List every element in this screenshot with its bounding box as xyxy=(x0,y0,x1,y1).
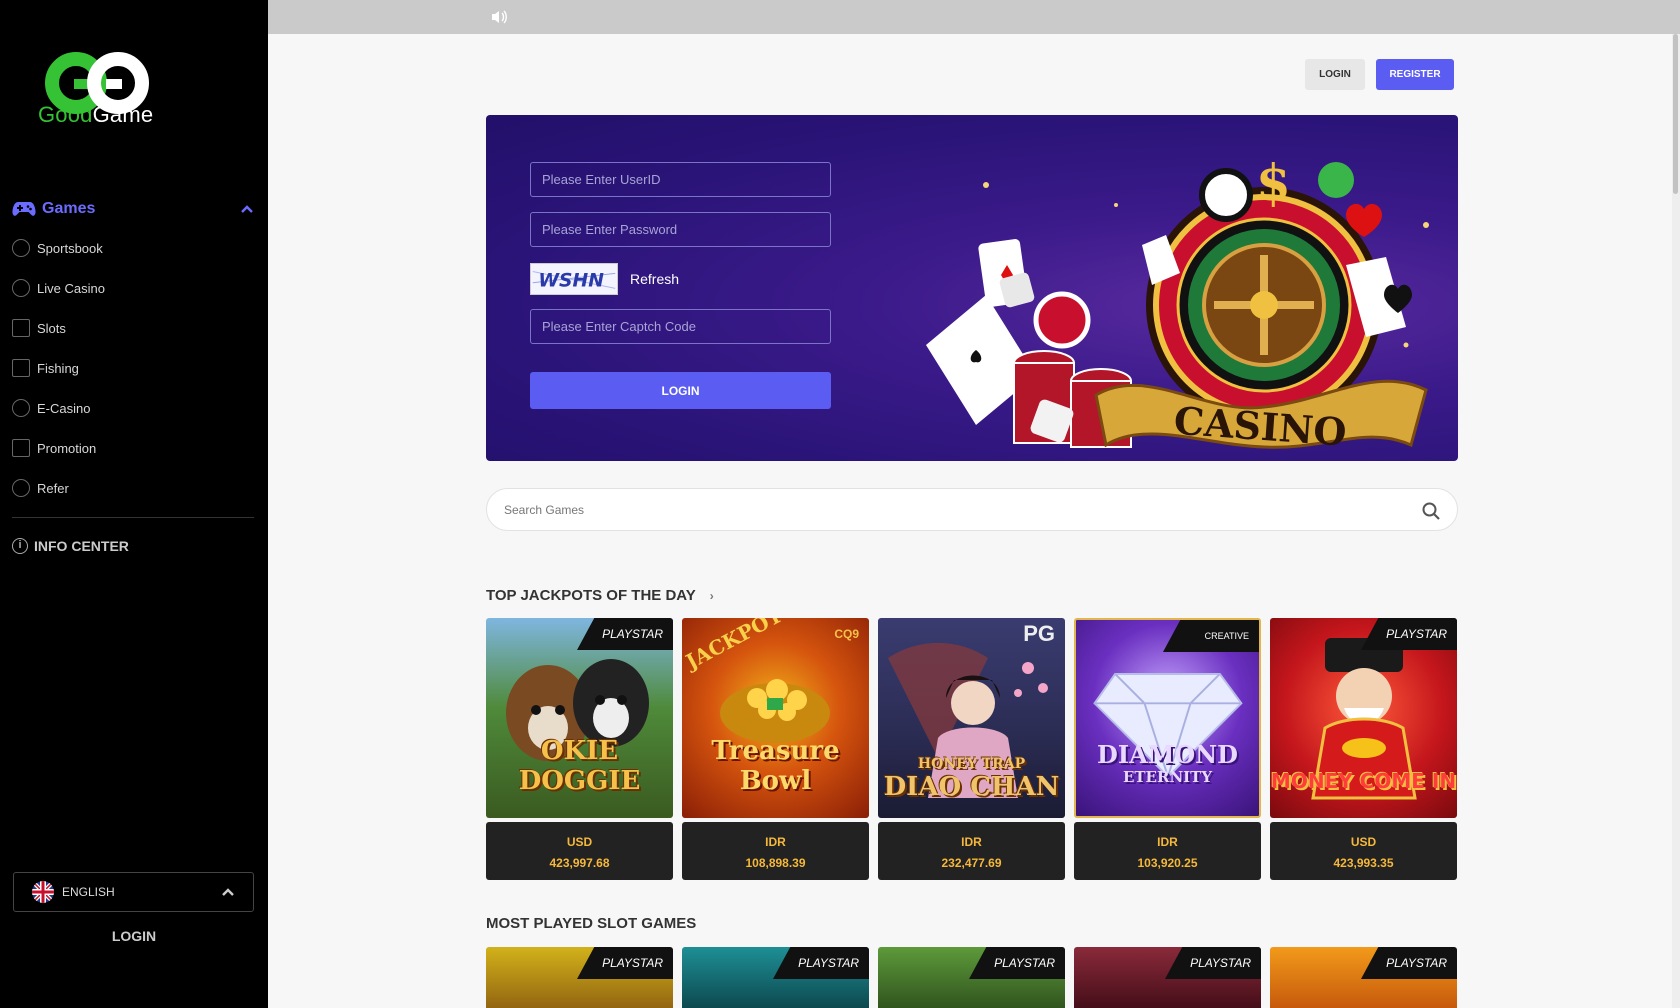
game-thumbnail: JACKPOT CQ9 Treasure Bowl xyxy=(682,618,869,818)
top-jackpots-title: TOP JACKPOTS OF THE DAY xyxy=(486,587,696,604)
most-played-card[interactable]: PLAYSTAR xyxy=(1270,947,1457,1008)
jackpot-amount: IDR 108,898.39 xyxy=(682,822,869,880)
games-label: Games xyxy=(42,200,96,217)
jackpot-amount: IDR 232,477.69 xyxy=(878,822,1065,880)
uk-flag-icon xyxy=(32,881,54,903)
brand-name: GoodGame xyxy=(38,102,154,127)
chevron-up-icon xyxy=(241,205,253,213)
game-thumbnail: CREATIVE DIAMOND ETERNITY xyxy=(1074,618,1261,818)
sidebar-item-sportsbook[interactable]: Sportsbook xyxy=(12,228,252,268)
provider-badge: PLAYSTAR xyxy=(577,947,673,979)
info-center-link[interactable]: i INFO CENTER xyxy=(12,538,129,554)
svg-text:JACKPOT: JACKPOT xyxy=(682,618,787,675)
games-menu-toggle[interactable]: Games xyxy=(12,196,258,222)
most-played-card[interactable]: PLAYSTAR xyxy=(682,947,869,1008)
most-played-card[interactable]: PLAYSTAR xyxy=(878,947,1065,1008)
top-jackpots-heading[interactable]: TOP JACKPOTS OF THE DAY › xyxy=(486,587,714,604)
captcha-text: WSHN xyxy=(538,271,604,292)
sidebar-login-button[interactable]: LOGIN xyxy=(0,928,268,944)
login-banner: $ CASINO WSHN Refresh LOGIN xyxy=(486,115,1458,461)
captcha-image: WSHN xyxy=(530,263,618,295)
most-played-title: MOST PLAYED SLOT GAMES xyxy=(486,915,697,932)
header-register-button[interactable]: REGISTER xyxy=(1376,59,1454,90)
language-label: ENGLISH xyxy=(62,885,115,899)
provider-badge: PLAYSTAR xyxy=(773,947,869,979)
slot-machine-icon xyxy=(12,319,30,337)
svg-text:$: $ xyxy=(1256,153,1291,212)
jackpot-amount: USD 423,993.35 xyxy=(1270,822,1457,880)
header-login-button[interactable]: LOGIN xyxy=(1305,59,1365,90)
sidebar-item-label: Fishing xyxy=(37,360,79,376)
sidebar-item-label: Live Casino xyxy=(37,280,105,296)
joystick-icon xyxy=(12,399,30,417)
sidebar-item-refer[interactable]: Refer xyxy=(12,468,252,508)
game-thumbnail: PG HONEY TRAP DIAO CHAN xyxy=(878,618,1065,818)
game-thumbnail: PLAYSTAR MONEY COME IN xyxy=(1270,618,1457,818)
fish-icon xyxy=(12,359,30,377)
sidebar-nav: Sportsbook Live Casino Slots Fishing E-C… xyxy=(12,228,252,508)
casino-roulette-illustration: $ CASINO xyxy=(926,153,1429,455)
gamepad-icon xyxy=(12,202,36,216)
most-played-card[interactable]: PLAYSTAR xyxy=(486,947,673,1008)
captcha-input[interactable] xyxy=(530,309,831,344)
info-icon: i xyxy=(12,538,28,554)
userid-input[interactable] xyxy=(530,162,831,197)
scrollbar[interactable] xyxy=(1672,34,1680,1008)
game-title: Treasure Bowl xyxy=(711,736,840,796)
game-title: DIAMOND ETERNITY xyxy=(1097,740,1238,787)
scrollbar-thumb[interactable] xyxy=(1673,34,1678,194)
sidebar-item-label: E-Casino xyxy=(37,400,91,416)
chevron-up-icon xyxy=(222,888,234,896)
captcha-refresh-link[interactable]: Refresh xyxy=(630,271,679,287)
game-card-treasure-bowl[interactable]: JACKPOT CQ9 Treasure Bowl IDR 108,898.39 xyxy=(682,618,869,880)
gift-icon xyxy=(12,439,30,457)
provider-badge: PLAYSTAR xyxy=(1165,947,1261,979)
top-bar xyxy=(268,0,1680,34)
sidebar: GoodGame Games Sportsbook Live Casino Sl… xyxy=(0,0,268,1008)
speaker-icon[interactable] xyxy=(490,9,508,25)
sidebar-item-label: Slots xyxy=(37,320,66,336)
sidebar-item-e-casino[interactable]: E-Casino xyxy=(12,388,252,428)
chevron-right-icon: › xyxy=(709,588,714,603)
sidebar-item-slots[interactable]: Slots xyxy=(12,308,252,348)
handshake-icon xyxy=(12,479,30,497)
sidebar-item-label: Sportsbook xyxy=(37,240,103,256)
sidebar-item-label: Promotion xyxy=(37,440,97,456)
dealer-icon xyxy=(12,279,30,297)
game-title: MONEY COME IN xyxy=(1270,769,1457,793)
search-icon[interactable] xyxy=(1421,501,1441,521)
provider-badge: PLAYSTAR xyxy=(1361,947,1457,979)
game-title: HONEY TRAP DIAO CHAN xyxy=(883,756,1060,802)
game-card-okie-doggie[interactable]: PLAYSTAR OKIE DOGGIE USD 423,997.68 xyxy=(486,618,673,880)
game-title: OKIE DOGGIE xyxy=(518,736,641,796)
sidebar-divider xyxy=(12,517,254,518)
sidebar-item-fishing[interactable]: Fishing xyxy=(12,348,252,388)
sidebar-item-live-casino[interactable]: Live Casino xyxy=(12,268,252,308)
password-input[interactable] xyxy=(530,212,831,247)
sidebar-item-label: Refer xyxy=(37,480,69,496)
jackpot-amount: USD 423,997.68 xyxy=(486,822,673,880)
game-thumbnail: PLAYSTAR OKIE DOGGIE xyxy=(486,618,673,818)
game-card-diamond-eternity[interactable]: CREATIVE DIAMOND ETERNITY IDR 103,920.25 xyxy=(1074,618,1261,880)
banner-login-button[interactable]: LOGIN xyxy=(530,372,831,409)
provider-badge: PLAYSTAR xyxy=(969,947,1065,979)
info-center-label: INFO CENTER xyxy=(34,538,129,554)
search-bar xyxy=(486,488,1458,531)
language-selector[interactable]: ENGLISH xyxy=(13,872,254,912)
game-card-money-come-in[interactable]: PLAYSTAR MONEY COME IN USD 423,993.35 xyxy=(1270,618,1457,880)
game-card-honey-trap-diao-chan[interactable]: PG HONEY TRAP DIAO CHAN IDR 232,477.69 xyxy=(878,618,1065,880)
most-played-heading: MOST PLAYED SLOT GAMES xyxy=(486,915,696,932)
sidebar-item-promotion[interactable]: Promotion xyxy=(12,428,252,468)
soccer-ball-icon xyxy=(12,239,30,257)
jackpot-amount: IDR 103,920.25 xyxy=(1074,822,1261,880)
most-played-card[interactable]: PLAYSTAR xyxy=(1074,947,1261,1008)
search-input[interactable] xyxy=(504,489,1384,530)
